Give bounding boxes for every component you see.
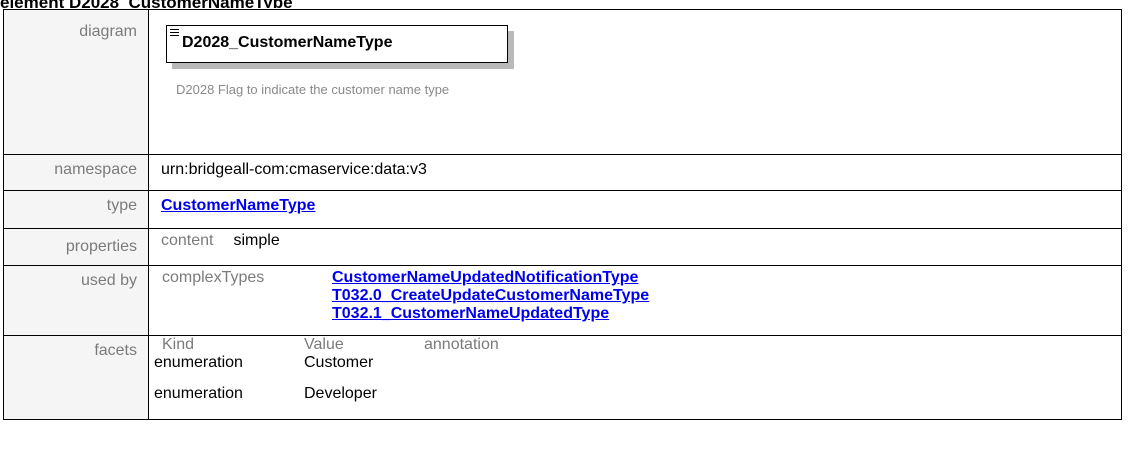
label-diagram: diagram (3, 9, 149, 155)
row-diagram: diagram D2028_CustomerNameType D2028 Fla… (3, 9, 1122, 155)
properties-value: simple (233, 232, 280, 249)
facet-row: enumeration Developer (154, 385, 1121, 402)
properties-cell: content simple (148, 228, 1122, 266)
page-heading: element D2028_CustomerNameType (0, 0, 293, 8)
facet-kind: enumeration (154, 385, 243, 402)
label-properties: properties (3, 228, 149, 266)
element-diagram-box[interactable]: D2028_CustomerNameType (166, 25, 508, 63)
type-cell: CustomerNameType (148, 190, 1122, 229)
properties-key: content (161, 232, 214, 249)
label-facets: facets (3, 335, 149, 420)
used-by-links: CustomerNameUpdatedNotificationType T032… (332, 269, 649, 323)
row-facets: facets Kind Value annotation enumeration… (3, 335, 1122, 420)
element-lines-icon (170, 29, 179, 38)
facets-header-kind: Kind (162, 336, 195, 353)
facet-value: Customer (304, 354, 374, 371)
diagram-element-name: D2028_CustomerNameType (182, 34, 393, 51)
facet-row: enumeration Customer (154, 354, 1121, 371)
used-by-key: complexTypes (162, 269, 265, 286)
schema-documentation-table: diagram D2028_CustomerNameType D2028 Fla… (3, 9, 1122, 420)
used-by-cell: complexTypes CustomerNameUpdatedNotifica… (148, 265, 1122, 336)
namespace-value: urn:bridgeall-com:cmaservice:data:v3 (148, 154, 1122, 191)
type-link[interactable]: CustomerNameType (161, 197, 315, 214)
label-used-by: used by (3, 265, 149, 336)
diagram-cell: D2028_CustomerNameType D2028 Flag to ind… (148, 9, 1122, 155)
facet-kind: enumeration (154, 354, 243, 371)
facets-header-value: Value (304, 336, 344, 353)
facets-cell: Kind Value annotation enumeration Custom… (148, 335, 1122, 420)
diagram-documentation: D2028 Flag to indicate the customer name… (176, 82, 450, 97)
row-used-by: used by complexTypes CustomerNameUpdated… (3, 265, 1122, 336)
facets-header-annotation: annotation (424, 336, 499, 353)
used-by-link[interactable]: T032.1_CustomerNameUpdatedType (332, 305, 609, 322)
row-type: type CustomerNameType (3, 190, 1122, 229)
used-by-link[interactable]: CustomerNameUpdatedNotificationType (332, 269, 638, 286)
row-properties: properties content simple (3, 228, 1122, 266)
row-namespace: namespace urn:bridgeall-com:cmaservice:d… (3, 154, 1122, 191)
label-namespace: namespace (3, 154, 149, 191)
facets-table: Kind Value annotation enumeration Custom… (154, 336, 1121, 402)
label-type: type (3, 190, 149, 229)
used-by-link[interactable]: T032.0_CreateUpdateCustomerNameType (332, 287, 649, 304)
facets-header: Kind Value annotation (154, 336, 1121, 353)
facet-value: Developer (304, 385, 377, 402)
